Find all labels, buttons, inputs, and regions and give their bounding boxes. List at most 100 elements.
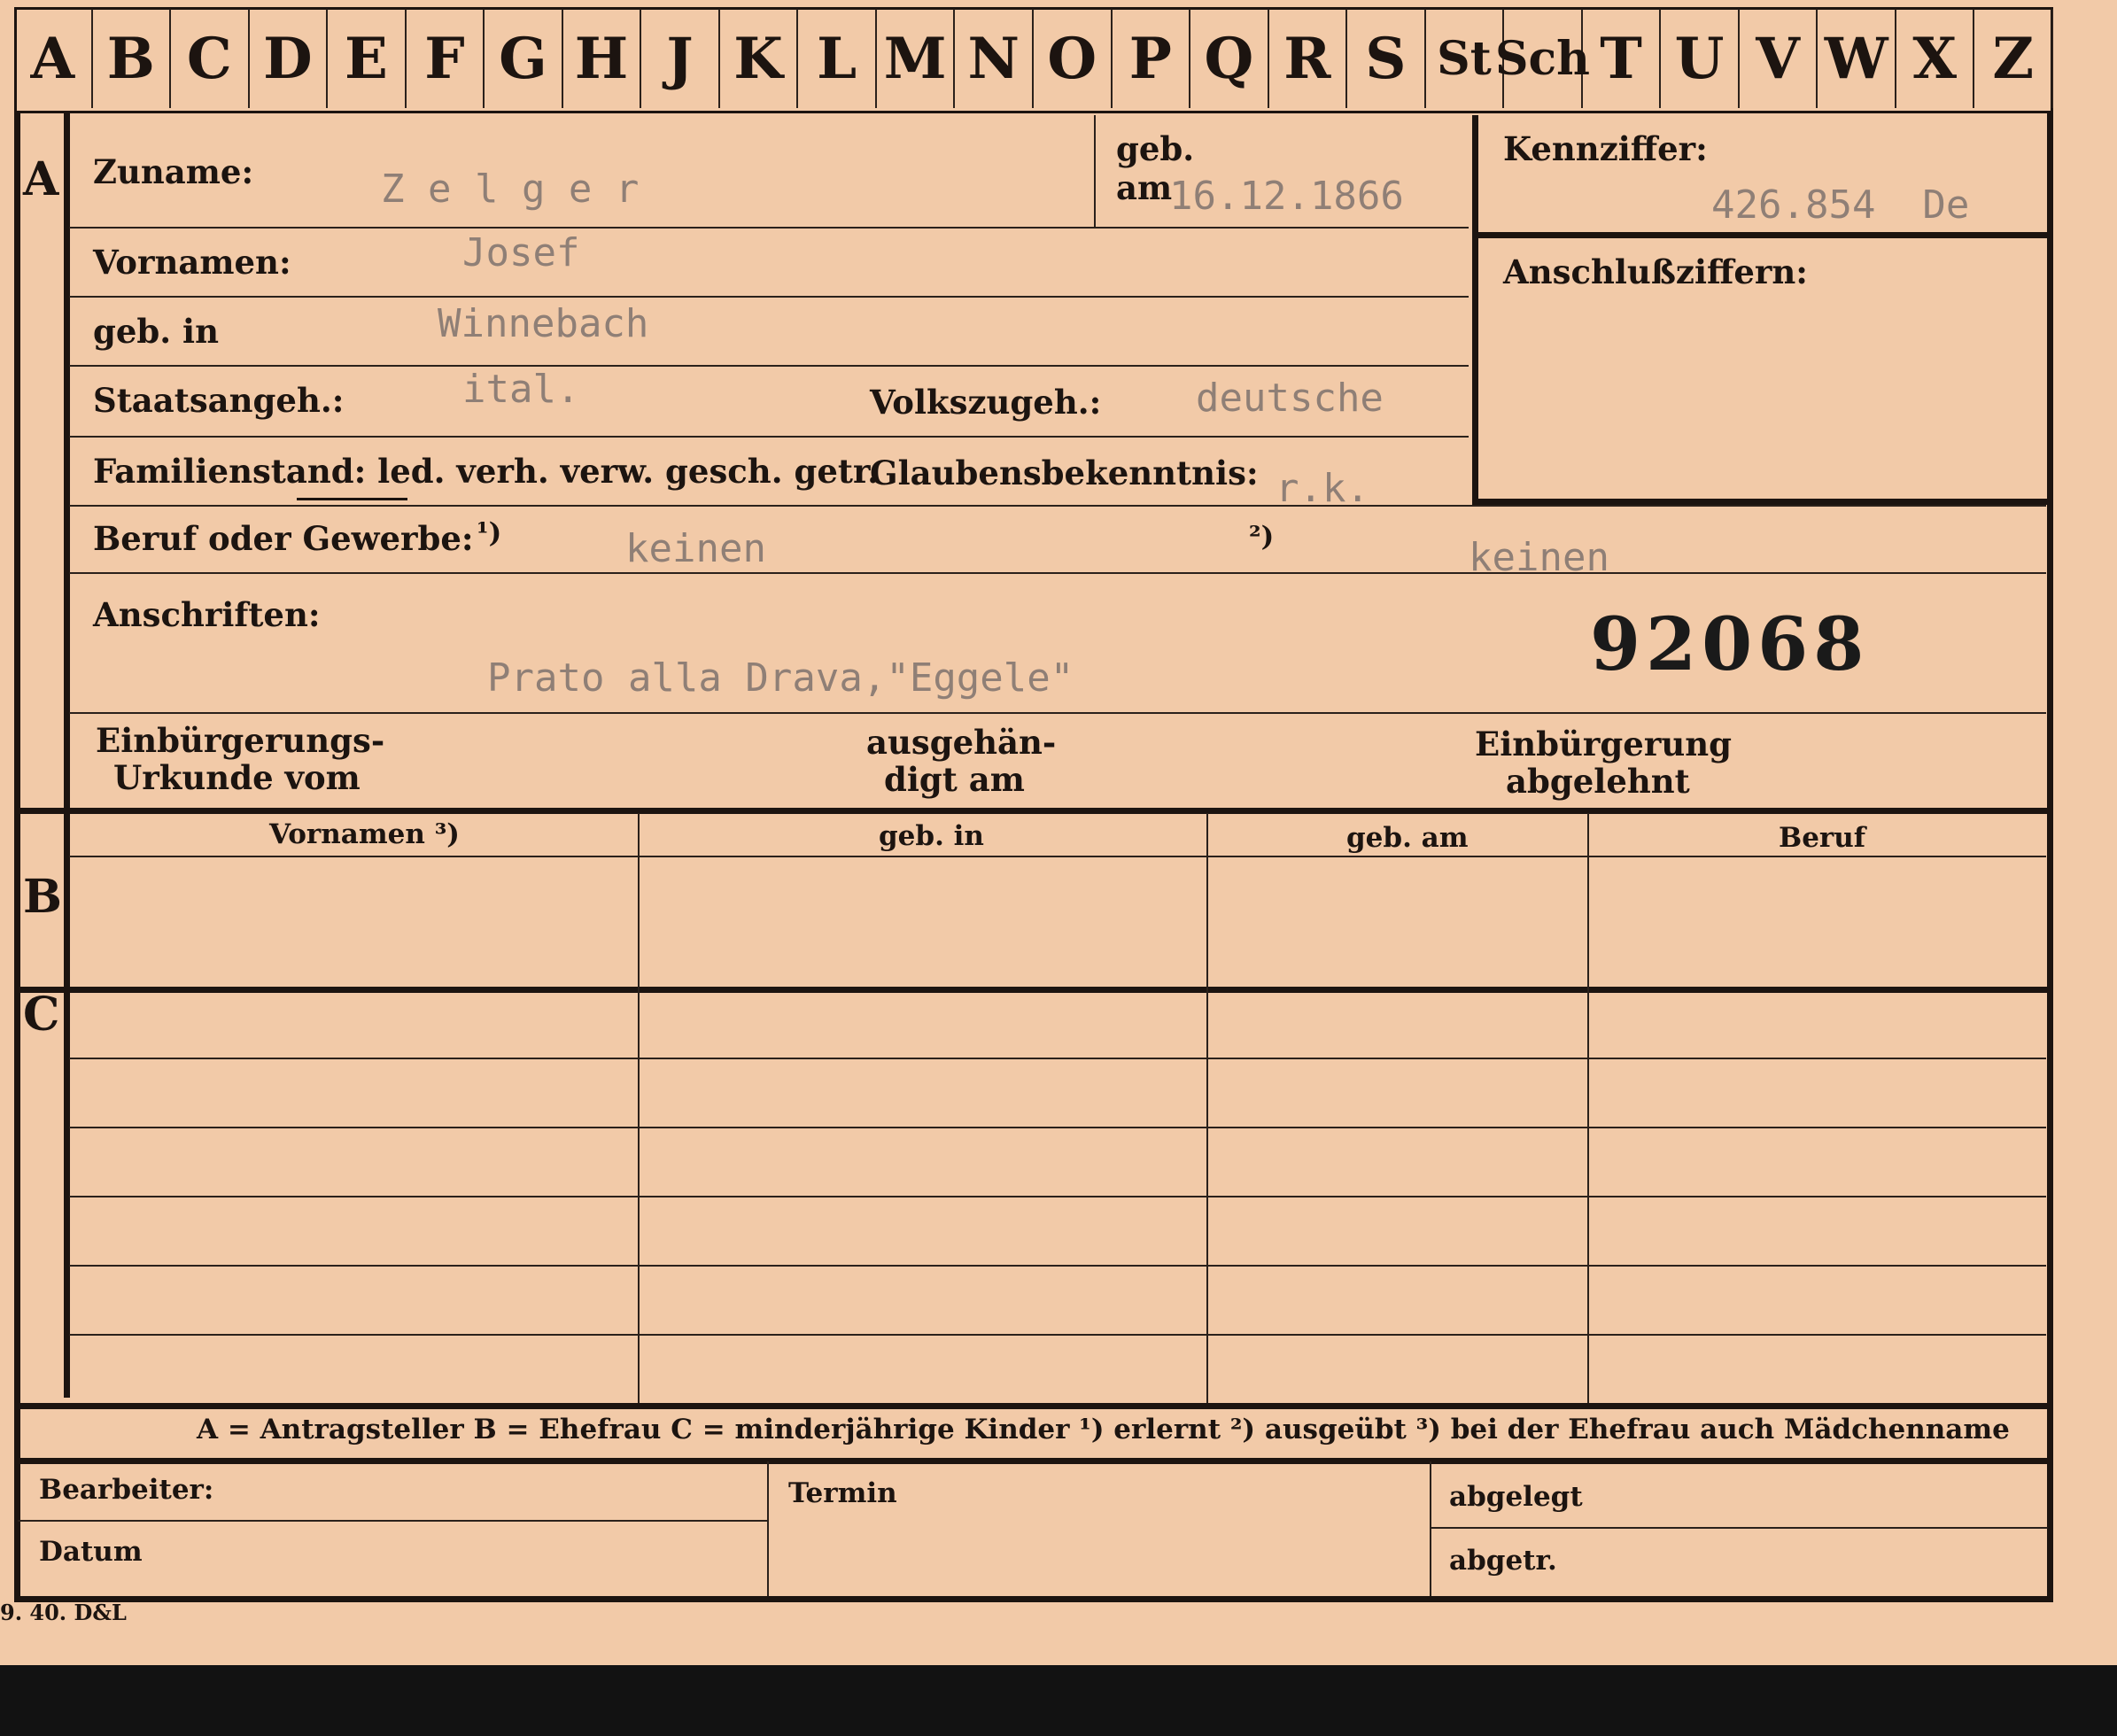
section-label-b: B [23, 870, 62, 924]
alphabet-tab-f: F [407, 9, 485, 108]
row-line [69, 436, 1469, 438]
table-row-line [69, 1334, 2046, 1336]
termin-label: Termin [788, 1477, 897, 1509]
volkszugeh-value: deutsche [1196, 376, 1384, 421]
record-number-stamp: 92068 [1590, 602, 1870, 687]
alphabet-tab-s: S [1347, 9, 1426, 108]
geb-in-label: geb. in [93, 312, 220, 351]
kennziffer-box-divider [1472, 232, 2048, 238]
anschrift-value: Prato alla Drava,"Eggele" [487, 655, 1074, 701]
zuname-value: Z e l g e r [381, 167, 640, 212]
einbuergerungs-label-2: Urkunde vom [113, 758, 361, 797]
row-line [69, 505, 2046, 507]
geb-label: geb. [1116, 129, 1195, 168]
beruf-ausgeuebt-value: keinen [1469, 535, 1609, 580]
geb-am-value: 16.12.1866 [1169, 174, 1404, 219]
scan-background [0, 1665, 2117, 1736]
alphabet-tab-p: P [1113, 9, 1191, 108]
row-line [69, 712, 2046, 714]
alphabet-tab-a: A [14, 9, 93, 108]
table-header-beruf: Beruf [1779, 822, 1866, 854]
legend-top-border [14, 1403, 2053, 1409]
einbuergerung-abgelehnt-label-2: abgelehnt [1506, 762, 1690, 801]
alphabet-tab-q: Q [1190, 9, 1269, 108]
alphabet-tab-x: X [1896, 9, 1975, 108]
staatsangeh-value: ital. [462, 367, 580, 412]
section-label-c: C [23, 988, 60, 1042]
frame-right-border [2047, 113, 2053, 1601]
alphabet-tab-w: W [1818, 9, 1896, 108]
frame-left-border [14, 113, 20, 1601]
row-line [69, 227, 1469, 229]
footer-row-line [1431, 1527, 2048, 1529]
abgelegt-label: abgelegt [1449, 1481, 1583, 1513]
section-b-top-border [14, 808, 2053, 814]
footer-divider [767, 1461, 769, 1596]
einbuergerungs-label-1: Einbürgerungs- [96, 721, 385, 760]
alphabet-tab-o: O [1034, 9, 1113, 108]
alphabet-tab-m: M [877, 9, 956, 108]
geb-am-divider [1094, 115, 1096, 227]
kennziffer-label: Kennziffer: [1503, 129, 1708, 168]
row-line [69, 296, 1469, 298]
footer-row-line [18, 1520, 767, 1522]
table-row-line [69, 1196, 2046, 1197]
alphabet-tab-j: J [641, 9, 720, 108]
alphabet-tab-k: K [720, 9, 799, 108]
alphabet-tab-c: C [171, 9, 250, 108]
table-column-divider [1587, 813, 1589, 1403]
footer-top-border [14, 1458, 2053, 1464]
vornamen-value: Josef [462, 230, 580, 275]
alphabet-tab-t: T [1583, 9, 1662, 108]
alphabet-tab-l: L [798, 9, 877, 108]
alphabet-tab-b: B [93, 9, 172, 108]
table-header-geb-in: geb. in [879, 820, 984, 852]
table-header-geb-am: geb. am [1346, 822, 1469, 854]
kennziffer-value: 426.854 De [1711, 182, 1970, 228]
table-header-line [69, 856, 2046, 857]
glaubensbekenntnis-label: Glaubensbekenntnis: [870, 453, 1259, 492]
alphabet-tab-r: R [1269, 9, 1348, 108]
beruf-footnote-2: ²) [1249, 521, 1275, 553]
table-row-line [69, 1265, 2046, 1267]
section-label-a: A [23, 152, 59, 206]
table-row-line [69, 1127, 2046, 1128]
section-c-top-border [14, 987, 2053, 993]
print-note: 9. 40. D&L [0, 1600, 127, 1625]
alphabet-tab-u: U [1661, 9, 1740, 108]
familienstand-underline [297, 498, 407, 500]
vornamen-label: Vornamen: [93, 243, 291, 282]
glaube-value: r.k. [1276, 466, 1369, 511]
footer-divider [1430, 1461, 1431, 1596]
geb-in-value: Winnebach [438, 301, 649, 346]
alphabet-tab-h: H [563, 9, 642, 108]
table-column-divider [1206, 813, 1208, 1403]
table-header-vornamen: Vornamen ³) [269, 818, 460, 850]
alphabet-tab-n: N [955, 9, 1034, 108]
beruf-erlernt-value: keinen [625, 526, 766, 571]
volkszugeh-label: Volkszugeh.: [870, 383, 1102, 422]
anschlussziffern-label: Anschlußziffern: [1503, 252, 1808, 291]
datum-label: Datum [39, 1536, 143, 1568]
legend-text: A = Antragsteller B = Ehefrau C = minder… [197, 1414, 2010, 1445]
ausgehaendigt-label-2: digt am [884, 760, 1025, 799]
row-line [69, 572, 2046, 574]
frame-bottom-border [14, 1596, 2053, 1602]
bearbeiter-label: Bearbeiter: [39, 1474, 214, 1506]
ausgehaendigt-label-1: ausgehän- [866, 723, 1057, 762]
row-line [69, 365, 1469, 367]
beruf-label: Beruf oder Gewerbe: [93, 519, 474, 558]
alphabet-tab-st: St [1426, 9, 1505, 108]
staatsangeh-label: Staatsangeh.: [93, 381, 345, 420]
beruf-footnote-1: ¹) [477, 517, 502, 549]
alphabet-tab-v: V [1740, 9, 1818, 108]
table-row-line [69, 1058, 2046, 1059]
am-label: am [1116, 168, 1173, 207]
alphabet-tab-z: Z [1974, 9, 2053, 108]
einbuergerung-abgelehnt-label-1: Einbürgerung [1475, 725, 1733, 763]
kennziffer-box-bottom [1472, 499, 2048, 505]
familienstand-label: Familienstand: led. verh. verw. gesch. g… [93, 452, 879, 491]
alphabet-tab-g: G [485, 9, 563, 108]
alphabet-tab-d: D [250, 9, 329, 108]
abgetr-label: abgetr. [1449, 1545, 1557, 1577]
